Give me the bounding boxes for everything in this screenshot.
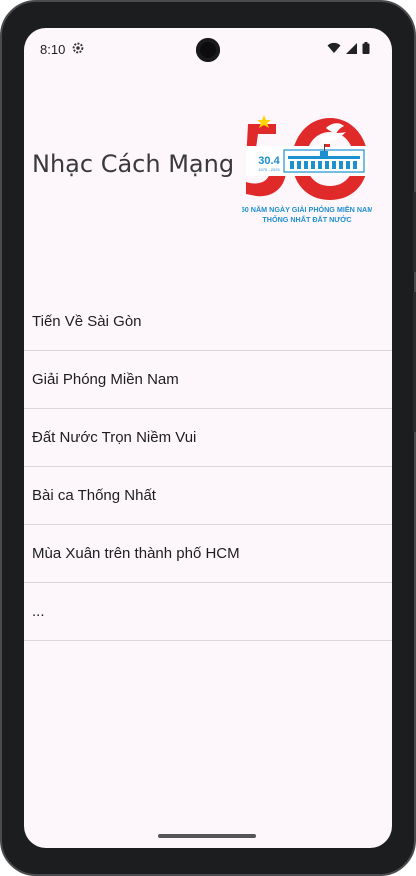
song-item-giai-phong-mien-nam[interactable]: Giải Phóng Miền Nam	[24, 351, 392, 409]
song-item-dat-nuoc-tron-niem-vui[interactable]: Đất Nước Trọn Niềm Vui	[24, 409, 392, 467]
front-camera	[196, 38, 220, 62]
song-item-more[interactable]: ...	[24, 583, 392, 641]
song-item-mua-xuan-tren-thanh-pho-hcm[interactable]: Mùa Xuân trên thành phố HCM	[24, 525, 392, 583]
battery-icon	[362, 42, 370, 54]
page-title: Nhạc Cách Mạng	[32, 150, 235, 178]
anniversary-logo: 30.4 1975 - 2025 50 NĂM NGÀY GIẢI PHÓNG …	[242, 115, 372, 224]
song-list: Tiến Về Sài Gòn Giải Phóng Miền Nam Đất …	[24, 293, 392, 641]
status-time: 8:10	[40, 42, 66, 57]
song-item-bai-ca-thong-nhat[interactable]: Bài ca Thống Nhất	[24, 467, 392, 525]
logo-line1: 50 NĂM NGÀY GIẢI PHÓNG MIỀN NAM	[242, 204, 372, 214]
logo-years: 1975 - 2025	[258, 167, 280, 172]
header: Nhạc Cách Mạng 30.4 1975 - 2025 50 NĂM N…	[24, 108, 392, 224]
status-icons	[327, 42, 370, 54]
home-indicator[interactable]	[158, 834, 256, 838]
song-item-tien-ve-sai-gon[interactable]: Tiến Về Sài Gòn	[24, 293, 392, 351]
phone-frame: 8:10 Nhạc Cách Mạng 30.4 1975 - 2025 50 …	[0, 0, 416, 876]
logo-line2: THỐNG NHẤT ĐẤT NƯỚC	[262, 214, 351, 224]
signal-icon	[346, 42, 357, 54]
status-bar: 8:10	[24, 28, 392, 72]
logo-date: 30.4	[258, 155, 280, 167]
wifi-icon	[327, 42, 341, 53]
app-screen: 8:10 Nhạc Cách Mạng 30.4 1975 - 2025 50 …	[24, 28, 392, 848]
gear-icon	[72, 42, 84, 54]
